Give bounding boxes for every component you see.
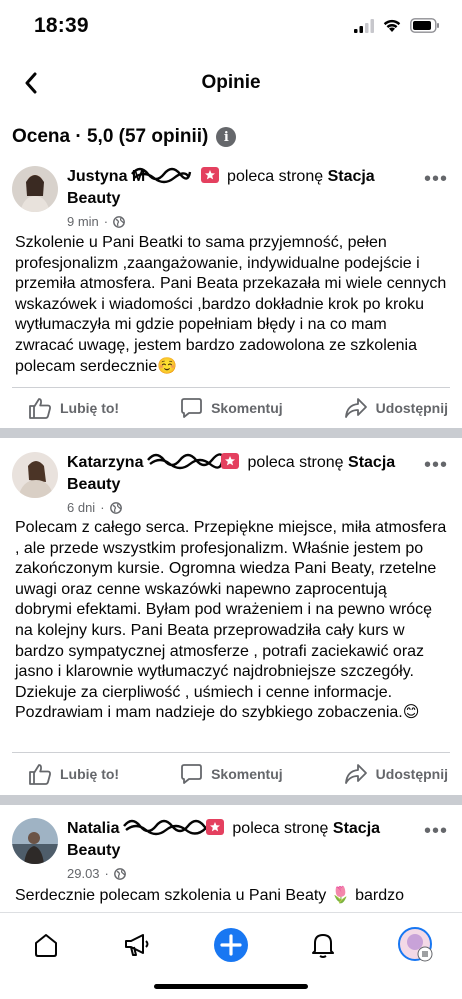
section-separator bbox=[0, 428, 462, 438]
reviewer-name[interactable]: Natalia bbox=[67, 819, 212, 837]
info-icon[interactable]: i bbox=[216, 127, 237, 147]
rating-header: Ocena · 5,0 (57 opinii) i bbox=[12, 126, 237, 148]
home-indicator bbox=[154, 984, 308, 989]
status-icons bbox=[354, 18, 440, 33]
recommend-badge-icon bbox=[221, 453, 240, 469]
home-icon bbox=[35, 934, 57, 957]
reviewer-name[interactable]: Justyna M bbox=[67, 167, 199, 185]
status-bar: 18:39 bbox=[0, 0, 462, 56]
divider bbox=[12, 752, 450, 753]
profile-icon bbox=[398, 927, 433, 962]
review-text: Polecam z całego serca. Przepiękne miejs… bbox=[15, 519, 447, 722]
status-time: 18:39 bbox=[34, 14, 89, 37]
review-header: Katarzyna poleca stronę Stacja Beauty bbox=[67, 453, 396, 493]
nav-bar: Opinie bbox=[0, 56, 462, 112]
comment-icon bbox=[181, 764, 202, 784]
megaphone-icon bbox=[125, 934, 149, 956]
reviewer-name[interactable]: Katarzyna bbox=[67, 453, 226, 471]
review-actions: Lubię to! Skomentuj Udostępnij bbox=[0, 388, 462, 428]
avatar[interactable] bbox=[12, 818, 58, 864]
recommend-badge-icon bbox=[205, 819, 224, 835]
page-title: Opinie bbox=[201, 72, 261, 93]
rating-summary: Ocena · 5,0 (57 opinii) bbox=[12, 126, 209, 147]
section-separator bbox=[0, 795, 462, 805]
review-meta: 9 min · bbox=[67, 214, 126, 229]
more-options-button[interactable]: ••• bbox=[424, 455, 448, 475]
like-icon bbox=[29, 398, 51, 419]
globe-icon bbox=[113, 215, 126, 228]
battery-icon bbox=[410, 18, 439, 33]
signal-icon bbox=[354, 18, 374, 33]
like-button[interactable]: Lubię to! bbox=[28, 388, 119, 428]
globe-icon bbox=[109, 501, 122, 514]
share-button[interactable]: Udostępnij bbox=[344, 388, 448, 428]
avatar[interactable] bbox=[12, 452, 58, 498]
comment-icon bbox=[181, 398, 202, 418]
review-actions: Lubię to! Skomentuj Udostępnij bbox=[0, 754, 462, 794]
review-header: Justyna M poleca stronę Stacja Beauty bbox=[67, 167, 375, 207]
review-text: Szkolenie u Pani Beatki to sama przyjemn… bbox=[15, 234, 447, 375]
tab-home[interactable] bbox=[26, 925, 66, 965]
comment-button[interactable]: Skomentuj bbox=[180, 388, 283, 428]
like-icon bbox=[29, 764, 51, 785]
create-icon bbox=[214, 928, 248, 962]
more-options-button[interactable]: ••• bbox=[424, 169, 448, 189]
timestamp[interactable]: 29.03 bbox=[67, 866, 100, 881]
review-header: Natalia poleca stronę Stacja Beauty bbox=[67, 819, 381, 859]
globe-icon bbox=[113, 867, 126, 880]
wifi-icon bbox=[383, 19, 401, 32]
share-icon bbox=[344, 764, 367, 784]
share-button[interactable]: Udostępnij bbox=[344, 754, 448, 794]
timestamp[interactable]: 6 dni bbox=[67, 500, 95, 515]
review-meta: 6 dni · bbox=[67, 500, 122, 515]
review-text: Serdecznie polecam szkolenia u Pani Beat… bbox=[15, 887, 405, 904]
tab-promote[interactable] bbox=[117, 925, 157, 965]
tab-create[interactable] bbox=[211, 925, 251, 965]
notifications-icon bbox=[312, 934, 334, 958]
avatar[interactable] bbox=[12, 166, 58, 212]
timestamp[interactable]: 9 min bbox=[67, 214, 99, 229]
like-button[interactable]: Lubię to! bbox=[28, 754, 119, 794]
comment-button[interactable]: Skomentuj bbox=[180, 754, 283, 794]
review-meta: 29.03 · bbox=[67, 866, 126, 881]
recommend-badge-icon bbox=[200, 167, 219, 183]
tab-notifications[interactable] bbox=[303, 925, 343, 965]
share-icon bbox=[344, 398, 367, 418]
tab-profile[interactable] bbox=[396, 925, 436, 965]
more-options-button[interactable]: ••• bbox=[424, 821, 448, 841]
